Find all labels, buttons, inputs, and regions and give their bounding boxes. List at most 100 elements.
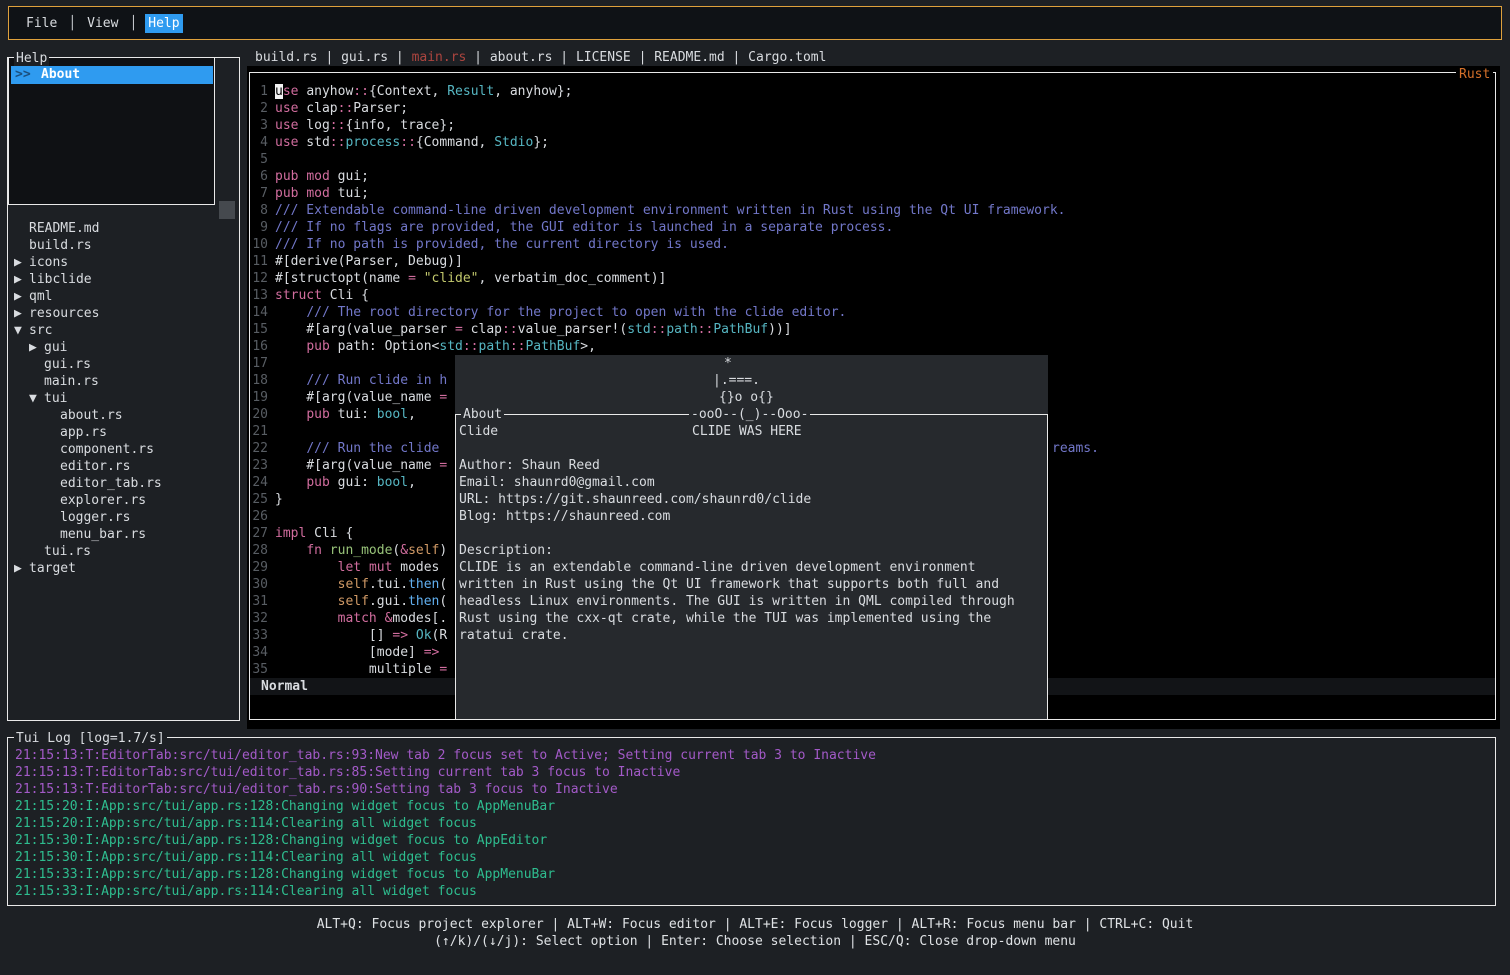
explorer-scrollbar-thumb[interactable]	[219, 201, 235, 219]
file-item-libclide[interactable]: ▶libclide	[8, 271, 239, 288]
code-line[interactable]: 4use std::process::{Command, Stdio};	[250, 134, 549, 151]
code-token: then	[408, 577, 439, 592]
code-token: std	[627, 322, 650, 337]
file-item-target[interactable]: ▶target	[8, 560, 239, 577]
code-line[interactable]: 2use clap::Parser;	[250, 100, 408, 117]
code-line[interactable]: 34 [mode] =>	[250, 644, 439, 661]
code-line[interactable]: 29 let mut modes	[250, 559, 447, 576]
folder-expanded-icon: ▼	[14, 322, 22, 339]
code-line[interactable]: 28 fn run_mode(&self)	[250, 542, 447, 559]
file-item-build.rs[interactable]: build.rs	[8, 237, 239, 254]
code-line[interactable]: 3use log::{info, trace};	[250, 117, 455, 134]
file-item-main.rs[interactable]: main.rs	[8, 373, 239, 390]
file-label: editor.rs	[60, 458, 130, 475]
file-item-logger.rs[interactable]: logger.rs	[8, 509, 239, 526]
file-item-app.rs[interactable]: app.rs	[8, 424, 239, 441]
file-label: README.md	[29, 220, 99, 237]
code-token: ::	[698, 322, 714, 337]
tab-about.rs[interactable]: about.rs	[490, 50, 553, 65]
language-badge: Rust	[1456, 66, 1493, 83]
file-item-component.rs[interactable]: component.rs	[8, 441, 239, 458]
line-number: 13	[250, 287, 268, 304]
file-item-src[interactable]: ▼src	[8, 322, 239, 339]
code-token	[275, 373, 306, 388]
code-token: };	[533, 135, 549, 150]
tab-build.rs[interactable]: build.rs	[255, 50, 318, 65]
code-token	[275, 611, 338, 626]
file-label: explorer.rs	[60, 492, 146, 509]
code-line[interactable]: 23 #[arg(value_name =	[250, 457, 447, 474]
code-token: path	[666, 322, 697, 337]
menu-item-help[interactable]: Help	[145, 14, 182, 33]
file-label: editor_tab.rs	[60, 475, 162, 492]
file-item-gui.rs[interactable]: gui.rs	[8, 356, 239, 373]
popup-line: Blog: https://shaunreed.com	[459, 508, 670, 525]
code-line[interactable]: 5	[250, 151, 275, 168]
file-label: component.rs	[60, 441, 154, 458]
menu-item-view[interactable]: View	[84, 14, 121, 33]
file-item-editor_tab.rs[interactable]: editor_tab.rs	[8, 475, 239, 492]
line-number: 23	[250, 457, 268, 474]
code-line[interactable]: 22 /// Run the clide	[250, 440, 447, 457]
file-item-resources[interactable]: ▶resources	[8, 305, 239, 322]
tab-separator: |	[466, 50, 489, 65]
code-line[interactable]: 26	[250, 508, 275, 525]
code-line[interactable]: 9/// If no flags are provided, the GUI e…	[250, 219, 893, 236]
code-line[interactable]: 27impl Cli {	[250, 525, 353, 542]
code-line[interactable]: 12#[structopt(name = "clide", verbatim_d…	[250, 270, 666, 287]
code-token: ))]	[768, 322, 791, 337]
code-line[interactable]: 25}	[250, 491, 283, 508]
line-number: 12	[250, 270, 268, 287]
code-token: /// The root directory for the project t…	[306, 305, 846, 320]
dropdown-item-about[interactable]: >>About	[11, 66, 213, 84]
log-entry: 21:15:20:I:App:src/tui/app.rs:128:Changi…	[15, 798, 555, 815]
tab-gui.rs[interactable]: gui.rs	[341, 50, 388, 65]
tab-Cargo.toml[interactable]: Cargo.toml	[748, 50, 826, 65]
file-item-gui[interactable]: ▶gui	[8, 339, 239, 356]
folder-collapsed-icon: ▶	[29, 339, 37, 356]
tab-LICENSE[interactable]: LICENSE	[576, 50, 631, 65]
code-line[interactable]: 15 #[arg(value_parser = clap::value_pars…	[250, 321, 792, 338]
code-line[interactable]: 10/// If no path is provided, the curren…	[250, 236, 729, 253]
code-line[interactable]: 18 /// Run clide in h	[250, 372, 447, 389]
file-item-tui.rs[interactable]: tui.rs	[8, 543, 239, 560]
code-token: Stdio	[494, 135, 533, 150]
code-line[interactable]: 1use anyhow::{Context, Result, anyhow};	[250, 83, 572, 100]
code-line[interactable]: 31 self.gui.then(	[250, 593, 447, 610]
menu-separator: │	[68, 15, 76, 32]
tab-main.rs[interactable]: main.rs	[412, 50, 467, 65]
code-line[interactable]: 30 self.tui.then(	[250, 576, 447, 593]
file-item-about.rs[interactable]: about.rs	[8, 407, 239, 424]
code-line[interactable]: 33 [] => Ok(R	[250, 627, 447, 644]
code-line[interactable]: 16 pub path: Option<std::path::PathBuf>,	[250, 338, 596, 355]
code-token: =	[455, 322, 463, 337]
code-line[interactable]: 13struct Cli {	[250, 287, 369, 304]
code-line[interactable]: 20 pub tui: bool,	[250, 406, 416, 423]
code-line[interactable]: 11#[derive(Parser, Debug)]	[250, 253, 463, 270]
tab-README.md[interactable]: README.md	[654, 50, 724, 65]
code-line[interactable]: 32 match &modes[.	[250, 610, 447, 627]
file-item-README.md[interactable]: README.md	[8, 220, 239, 237]
code-line[interactable]: 14 /// The root directory for the projec…	[250, 304, 846, 321]
file-item-menu_bar.rs[interactable]: menu_bar.rs	[8, 526, 239, 543]
file-label: resources	[29, 305, 99, 322]
code-line[interactable]: 19 #[arg(value_name =	[250, 389, 447, 406]
file-item-editor.rs[interactable]: editor.rs	[8, 458, 239, 475]
file-item-icons[interactable]: ▶icons	[8, 254, 239, 271]
file-item-qml[interactable]: ▶qml	[8, 288, 239, 305]
code-line[interactable]: 17	[250, 355, 275, 372]
file-item-explorer.rs[interactable]: explorer.rs	[8, 492, 239, 509]
folder-expanded-icon: ▼	[29, 390, 37, 407]
code-line[interactable]: 6pub mod gui;	[250, 168, 369, 185]
menu-item-file[interactable]: File	[23, 14, 60, 33]
file-item-tui[interactable]: ▼tui	[8, 390, 239, 407]
code-line[interactable]: 21	[250, 423, 275, 440]
code-line[interactable]: 24 pub gui: bool,	[250, 474, 416, 491]
code-line[interactable]: 7pub mod tui;	[250, 185, 369, 202]
popup-line: Email: shaunrd0@gmail.com	[459, 474, 655, 491]
line-number: 17	[250, 355, 268, 372]
code-line[interactable]: 35 multiple =	[250, 661, 447, 678]
code-token: ::	[338, 101, 354, 116]
line-number: 28	[250, 542, 268, 559]
code-line[interactable]: 8/// Extendable command-line driven deve…	[250, 202, 1066, 219]
